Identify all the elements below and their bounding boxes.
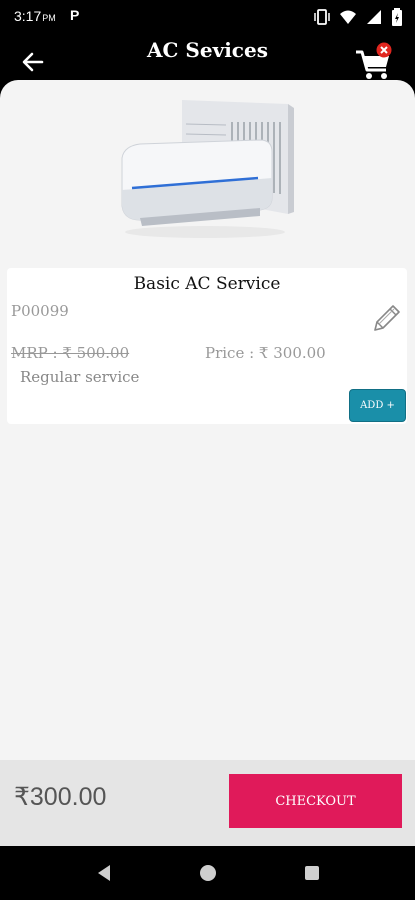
pencil-icon [374, 305, 400, 331]
sale-price: Price : ₹ 300.00 [205, 344, 326, 362]
checkout-button[interactable]: CHECKOUT [229, 774, 402, 828]
nav-back-button[interactable] [94, 863, 114, 883]
status-icons [313, 8, 403, 26]
mrp-price: MRP : ₹ 500.00 [11, 344, 130, 362]
circle-home-icon [200, 865, 216, 881]
content-area: Basic AC Service P00099 MRP : ₹ 500.00 P… [0, 80, 415, 760]
nav-recents-button[interactable] [302, 863, 322, 883]
service-type: Regular service [20, 368, 140, 386]
triangle-back-icon [98, 865, 110, 881]
status-bar: 3:17PM P [0, 0, 415, 34]
service-card: Basic AC Service P00099 MRP : ₹ 500.00 P… [7, 268, 407, 424]
vibrate-icon [314, 9, 330, 25]
system-nav-bar [0, 846, 415, 900]
cart-button[interactable] [354, 42, 396, 82]
square-recents-icon [305, 866, 319, 880]
status-time: 3:17PM [14, 8, 56, 24]
checkout-bar: ₹300.00 CHECKOUT [0, 760, 415, 846]
status-ampm: PM [42, 13, 56, 23]
cart-icon [356, 42, 392, 79]
page-title: AC Sevices [147, 38, 268, 62]
parking-notification-icon: P [70, 7, 80, 23]
add-button[interactable]: ADD + [349, 389, 406, 422]
signal-icon [367, 10, 381, 24]
service-code: P00099 [11, 302, 69, 320]
status-time-value: 3:17 [14, 8, 42, 24]
battery-icon [392, 8, 402, 26]
wifi-icon [340, 10, 356, 24]
air-conditioner-image [121, 100, 294, 238]
edit-button[interactable] [369, 302, 403, 336]
nav-home-button[interactable] [198, 863, 218, 883]
total-amount: ₹300.00 [14, 783, 107, 811]
service-name: Basic AC Service [133, 274, 281, 294]
